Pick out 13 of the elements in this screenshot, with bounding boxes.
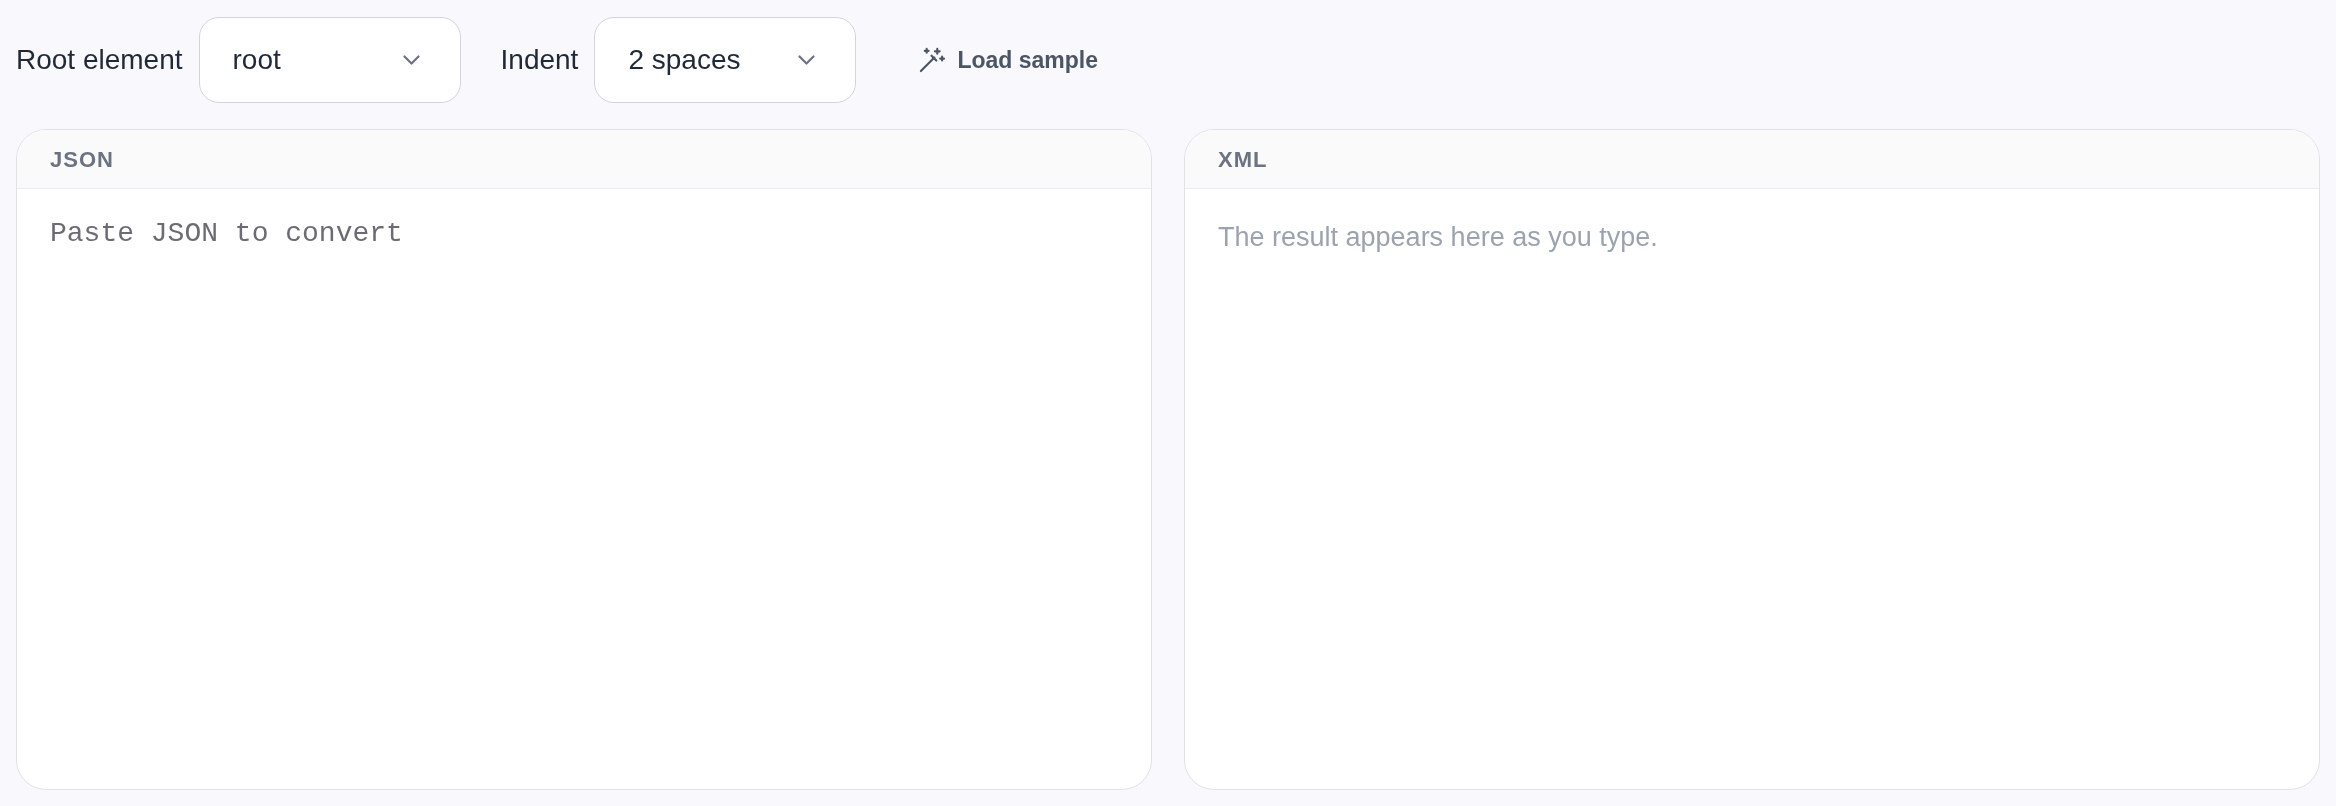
output-placeholder-text: The result appears here as you type. — [1218, 222, 1658, 252]
root-element-select[interactable]: root — [198, 17, 461, 103]
indent-select[interactable]: 2 spaces — [594, 17, 857, 103]
load-sample-button[interactable]: Load sample — [908, 34, 1108, 86]
json-input-field[interactable]: Paste JSON to convert — [17, 189, 1151, 789]
indent-label: Indent — [500, 43, 579, 77]
json-editor-panel[interactable]: JSON Paste JSON to convert — [16, 129, 1152, 790]
panel-title: XML — [1218, 145, 1268, 174]
chevron-down-icon — [798, 55, 816, 65]
root-element-label: Root element — [16, 43, 183, 77]
magic-wand-icon — [918, 46, 946, 74]
panel-title: JSON — [50, 145, 114, 174]
chevron-down-icon — [402, 55, 420, 65]
